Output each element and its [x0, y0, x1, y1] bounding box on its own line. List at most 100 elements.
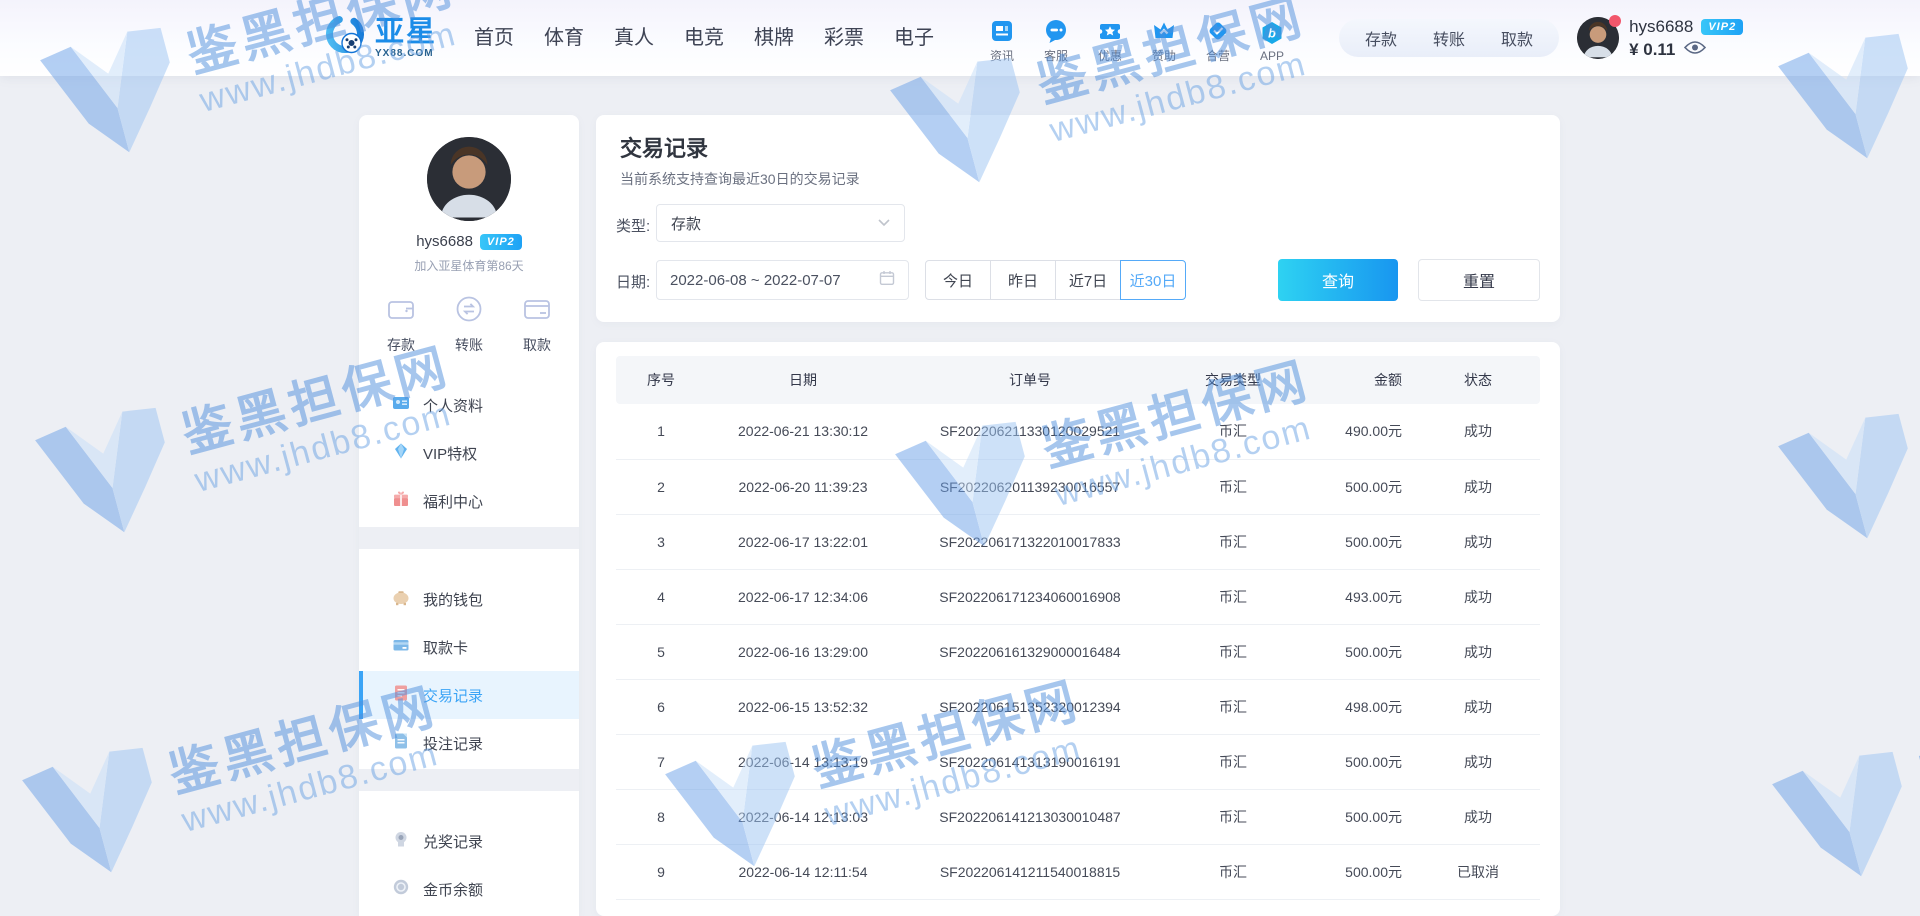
nav-live[interactable]: 真人	[599, 0, 669, 76]
transaction-row: 32022-06-17 13:22:01SF202206171322010017…	[616, 514, 1540, 569]
sponsor-button[interactable]: 赞助	[1137, 12, 1191, 64]
quick-transfer-button[interactable]: 转账	[453, 294, 485, 355]
sidebar-item-bets[interactable]: 投注记录	[359, 719, 579, 767]
sidebar-separator	[359, 527, 579, 549]
cell-status: 成功	[1416, 514, 1540, 569]
sidebar-item-label: 金币余额	[423, 879, 483, 900]
cell-order: SF202206171234060016908	[900, 569, 1160, 624]
cell-date: 2022-06-21 13:30:12	[706, 404, 900, 459]
promo-button[interactable]: 优惠	[1083, 12, 1137, 64]
sidebar-item-transactions[interactable]: 交易记录	[359, 671, 579, 719]
cell-type: 币汇	[1160, 459, 1306, 514]
cell-no: 4	[616, 569, 706, 624]
nav-esports[interactable]: 电竞	[669, 0, 739, 76]
notification-dot	[1609, 15, 1621, 27]
news-button[interactable]: 资讯	[975, 12, 1029, 64]
cell-no: 9	[616, 844, 706, 899]
nav-slots[interactable]: 电子	[879, 0, 949, 76]
cell-type: 币汇	[1160, 734, 1306, 789]
prize-medal-icon	[392, 830, 410, 853]
cell-status: 成功	[1416, 404, 1540, 459]
cell-status: 已取消	[1416, 844, 1540, 899]
type-filter-label: 类型:	[616, 215, 650, 236]
cell-date: 2022-06-20 11:39:23	[706, 459, 900, 514]
promo-label: 优惠	[1098, 47, 1122, 64]
app-button[interactable]: b APP	[1245, 12, 1299, 64]
withdraw-card-icon	[521, 294, 553, 329]
cell-type: 币汇	[1160, 404, 1306, 459]
nav-lottery[interactable]: 彩票	[809, 0, 879, 76]
eye-icon[interactable]	[1684, 40, 1706, 60]
user-avatar[interactable]	[1577, 17, 1619, 59]
transaction-row: 82022-06-14 12:13:03SF202206141213030010…	[616, 789, 1540, 844]
range-30days-button[interactable]: 近30日	[1120, 260, 1186, 300]
deposit-link[interactable]: 存款	[1365, 26, 1397, 50]
date-range-input[interactable]: 2022-06-08 ~ 2022-07-07	[656, 260, 909, 300]
sidebar-item-coin-balance[interactable]: 金币余额	[359, 865, 579, 913]
type-select[interactable]: 存款	[656, 204, 905, 242]
sidebar-item-prizes[interactable]: 兑奖记录	[359, 817, 579, 865]
sidebar: hys6688 VIP2 加入亚星体育第86天 存款 转账	[359, 115, 579, 916]
sidebar-menu-group-3: 兑奖记录 金币余额 消息中心 51	[359, 813, 579, 916]
quick-withdraw-button[interactable]: 取款	[521, 294, 553, 355]
cell-status: 成功	[1416, 679, 1540, 734]
reset-button[interactable]: 重置	[1418, 259, 1540, 301]
cell-no: 7	[616, 734, 706, 789]
cell-type: 币汇	[1160, 679, 1306, 734]
quick-deposit-label: 存款	[387, 335, 415, 355]
cell-order: SF202206151352320012394	[900, 679, 1160, 734]
col-date: 日期	[706, 356, 900, 404]
cell-amount: 498.00元	[1306, 679, 1416, 734]
cell-order: SF202206141213030010487	[900, 789, 1160, 844]
range-7days-button[interactable]: 近7日	[1055, 260, 1121, 300]
customer-service-button[interactable]: 客服	[1029, 12, 1083, 64]
cell-order: SF202206141211540018815	[900, 844, 1160, 899]
gift-icon	[392, 490, 410, 513]
sponsor-crown-icon	[1151, 18, 1177, 44]
svg-text:b: b	[1268, 25, 1276, 40]
profile-avatar[interactable]	[427, 137, 511, 221]
sidebar-item-welfare[interactable]: 福利中心	[359, 477, 579, 525]
sidebar-item-label: 投注记录	[423, 733, 483, 754]
cell-order: SF202206201139230016557	[900, 459, 1160, 514]
sidebar-item-wallet[interactable]: 我的钱包	[359, 575, 579, 623]
chevron-down-icon	[878, 214, 890, 232]
transactions-card: 序号 日期 订单号 交易类型 金额 状态 12022-06-21 13:30:1…	[596, 342, 1560, 916]
promo-ticket-icon	[1097, 18, 1123, 44]
main-nav: 首页 体育 真人 电竞 棋牌 彩票 电子	[459, 0, 949, 76]
range-yesterday-button[interactable]: 昨日	[990, 260, 1056, 300]
cell-order: SF202206141313190016191	[900, 734, 1160, 789]
piggy-bank-icon	[392, 588, 410, 611]
transaction-row: 92022-06-14 12:11:54SF202206141211540018…	[616, 844, 1540, 899]
sidebar-item-vip[interactable]: VIP特权	[359, 429, 579, 477]
quick-deposit-button[interactable]: 存款	[385, 294, 417, 355]
range-today-button[interactable]: 今日	[925, 260, 991, 300]
col-order: 订单号	[900, 356, 1160, 404]
date-filter-label: 日期:	[616, 271, 650, 292]
sidebar-menu-group-1: 个人资料 VIP特权 福利中心	[359, 377, 579, 527]
sidebar-item-withdraw-card[interactable]: 取款卡	[359, 623, 579, 671]
nav-sports[interactable]: 体育	[529, 0, 599, 76]
cell-status: 成功	[1416, 624, 1540, 679]
transfer-link[interactable]: 转账	[1433, 26, 1465, 50]
cell-date: 2022-06-16 13:29:00	[706, 624, 900, 679]
cell-status: 成功	[1416, 569, 1540, 624]
search-button[interactable]: 查询	[1278, 259, 1398, 301]
nav-chess[interactable]: 棋牌	[739, 0, 809, 76]
site-logo[interactable]: 亚星 YX88.COM	[322, 13, 437, 64]
col-serial: 序号	[616, 356, 706, 404]
cell-date: 2022-06-17 13:22:01	[706, 514, 900, 569]
watermark: 鉴黑担保网www.jhdb8.com	[1768, 327, 1920, 561]
transaction-doc-icon	[392, 684, 410, 707]
nav-home[interactable]: 首页	[459, 0, 529, 76]
page-subtitle: 当前系统支持查询最近30日的交易记录	[620, 169, 860, 189]
partner-button[interactable]: 合营	[1191, 12, 1245, 64]
watermark-text: 鉴黑担保网	[1913, 682, 1920, 807]
cell-amount: 500.00元	[1306, 514, 1416, 569]
sidebar-item-profile[interactable]: 个人资料	[359, 381, 579, 429]
user-block: hys6688 VIP2 ¥ 0.11	[1577, 17, 1743, 60]
cell-no: 8	[616, 789, 706, 844]
watermark: 鉴黑担保网www.jhdb8.com	[1762, 665, 1920, 899]
withdraw-link[interactable]: 取款	[1501, 26, 1533, 50]
calendar-icon	[879, 270, 895, 291]
